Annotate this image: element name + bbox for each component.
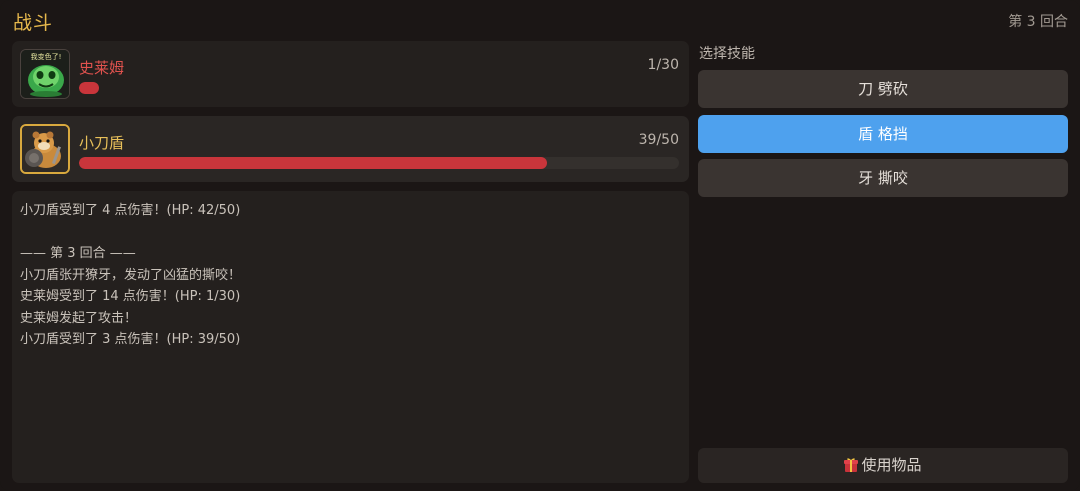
slime-portrait: 我变色了! xyxy=(21,50,69,98)
skills-label: 选择技能 xyxy=(699,46,755,62)
player-avatar xyxy=(20,124,70,174)
round-indicator: 第 3 回合 xyxy=(1008,14,1068,30)
avatar-caption: 我变色了! xyxy=(31,52,62,61)
skill-slash-button[interactable]: 刀 劈砍 xyxy=(698,70,1068,108)
enemy-name: 史莱姆 xyxy=(79,59,125,77)
log-line: 小刀盾受到了 4 点伤害！(HP: 42/50) xyxy=(20,203,241,218)
log-line: 史莱姆发起了攻击！ xyxy=(20,310,138,326)
log-line: 史莱姆受到了 14 点伤害！(HP: 1/30) xyxy=(20,289,241,304)
player-hp-text: 39/50 xyxy=(638,132,679,148)
player-hp-bar xyxy=(79,157,679,169)
skill-bite-button[interactable]: 牙 撕咬 xyxy=(698,159,1068,197)
screen-title: 战斗 xyxy=(13,12,54,34)
log-line: —— 第 3 回合 —— xyxy=(20,246,136,261)
log-line: 小刀盾受到了 3 点伤害！(HP: 39/50) xyxy=(20,332,241,347)
player-card: 小刀盾 39/50 xyxy=(12,116,689,182)
enemy-hp-fill xyxy=(79,82,99,94)
use-item-label: 使用物品 xyxy=(861,456,922,474)
battle-log-lines: 小刀盾受到了 4 点伤害！(HP: 42/50) —— 第 3 回合 —— 小刀盾张… xyxy=(20,200,241,351)
hamster-warrior-portrait xyxy=(22,126,68,172)
enemy-hp-text: 1/30 xyxy=(647,57,679,73)
enemy-card: 我变色了! 史莱姆 1/30 xyxy=(12,41,689,107)
player-name: 小刀盾 xyxy=(79,134,125,152)
enemy-avatar: 我变色了! xyxy=(20,49,70,99)
gift-box-icon xyxy=(844,451,859,486)
battle-log: 小刀盾受到了 4 点伤害！(HP: 42/50) —— 第 3 回合 —— 小刀盾张… xyxy=(12,191,689,483)
log-line: 小刀盾张开獠牙，发动了凶猛的撕咬！ xyxy=(20,267,242,283)
enemy-hp-bar xyxy=(79,82,679,94)
battle-screen: 战斗 第 3 回合 我变色了! 史莱姆 1/30 小刀盾 39/50 小刀盾受到… xyxy=(0,0,1080,491)
skill-block-button[interactable]: 盾 格挡 xyxy=(698,115,1068,153)
use-item-button[interactable]: 使用物品 xyxy=(698,448,1068,483)
player-hp-fill xyxy=(79,157,547,169)
